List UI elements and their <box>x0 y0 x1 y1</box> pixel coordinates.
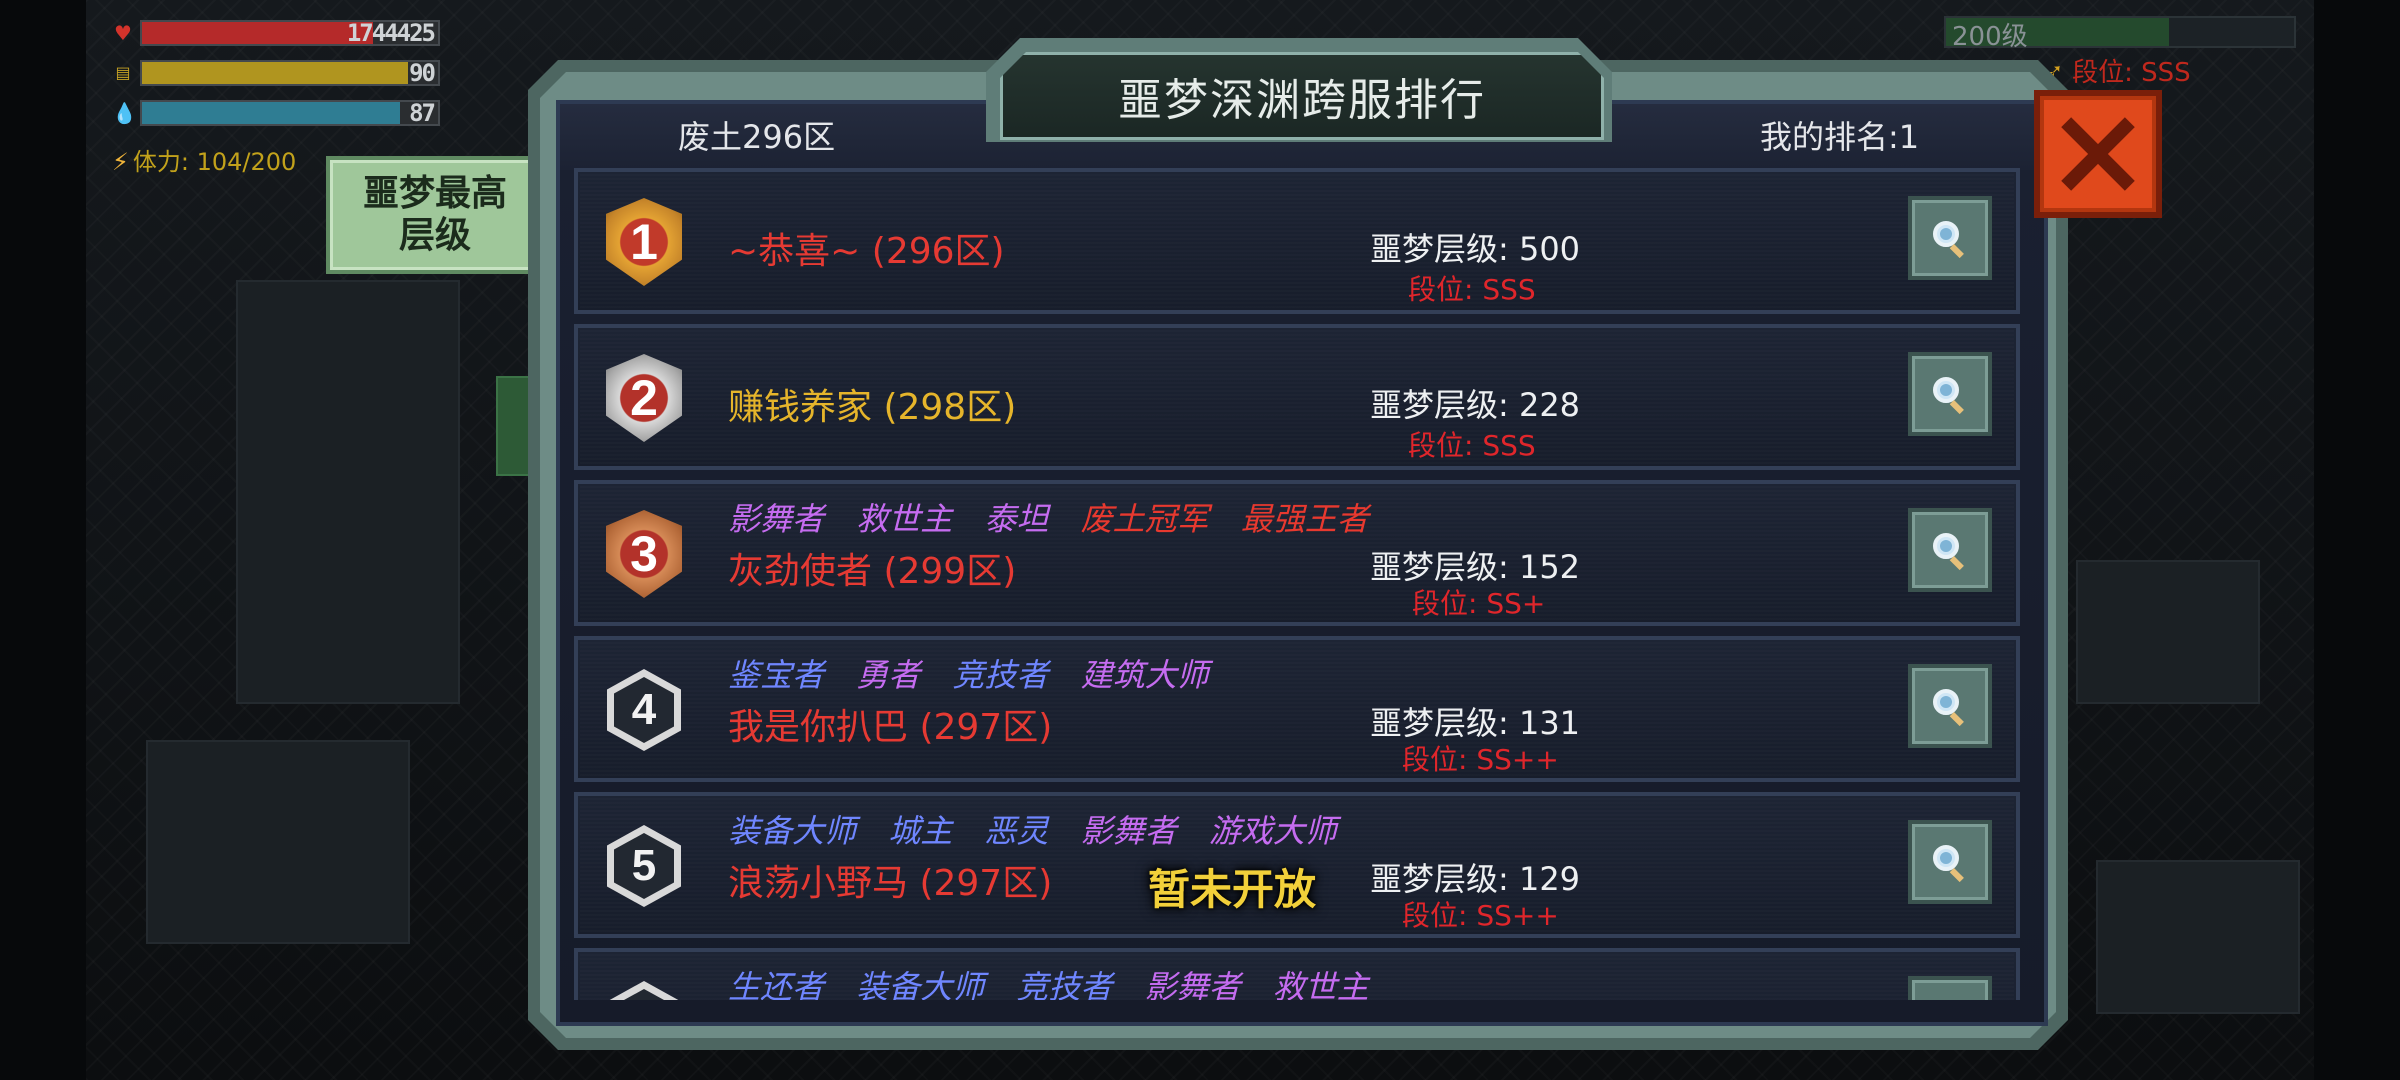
rank-badge-hex-icon: 4 <box>592 658 696 762</box>
tier: 段位: SS+ <box>1412 587 1546 620</box>
world-structure <box>2096 860 2300 1014</box>
ranking-row: 6 生还者 装备大师 竞技者 影舞者 救世主 <box>574 948 2020 1000</box>
nightmare-level: 噩梦层级: 500 <box>1370 230 1581 268</box>
ranking-row: 3 影舞者 救世主 泰坦 废土冠军 最强王者 灰劲使者 (299区) 噩梦层级:… <box>574 480 2020 626</box>
server-label: 废土296区 <box>678 118 836 156</box>
tier: 段位: SSS <box>1408 273 1536 306</box>
ranking-row: 4 鉴宝者 勇者 竞技者 建筑大师 我是你扒巴 (297区) 噩梦层级: 131… <box>574 636 2020 782</box>
tab-nightmare-highest-level[interactable]: 噩梦最高 层级 <box>326 156 544 274</box>
magnifier-icon <box>1933 689 1964 727</box>
title-tag: 废土冠军 <box>1080 500 1209 538</box>
rank-badge-hex-icon: 5 <box>592 814 696 918</box>
water-value: 87 <box>409 99 436 127</box>
ranking-row: 1 ~恭喜~ (296区) 噩梦层级: 500 段位: SSS <box>574 168 2020 314</box>
energy-value: 90 <box>409 59 436 87</box>
not-open-toast: 暂未开放 <box>1148 865 1317 914</box>
player-name: 赚钱养家 (298区) <box>728 387 1017 428</box>
energy-bar: ▤ 90 <box>112 59 440 87</box>
title-tag: 勇者 <box>856 656 921 694</box>
rank-number: 1 <box>606 198 682 286</box>
water-bar: 💧 87 <box>112 99 440 127</box>
energy-icon: ▤ <box>115 63 131 82</box>
player-rank: ➶ 段位: SSS <box>2042 52 2191 89</box>
level-bar: 200级 <box>1944 16 2296 52</box>
tab-label-line2: 层级 <box>398 215 471 256</box>
title-tag: 生还者 <box>728 968 825 1000</box>
title-tag: 影舞者 <box>1144 968 1241 1000</box>
title-tag: 城主 <box>888 812 953 850</box>
title-tag: 救世主 <box>1272 968 1369 1000</box>
world-structure <box>2076 560 2260 704</box>
tier: 段位: SS++ <box>1402 743 1559 776</box>
title-tag: 游戏大师 <box>1208 812 1337 850</box>
title-tag: 装备大师 <box>728 812 857 850</box>
title-tag: 影舞者 <box>1080 812 1177 850</box>
rank-number: 6 <box>614 989 674 1000</box>
view-player-button[interactable] <box>1908 196 1992 280</box>
rank-number: 2 <box>606 354 682 442</box>
heart-icon: ♥ <box>114 21 132 45</box>
magnifier-icon <box>1928 996 1972 1000</box>
player-rank-text: 段位: SSS <box>2072 58 2191 88</box>
player-name: 我是你扒巴 (297区) <box>728 707 1053 748</box>
title-tag: 影舞者 <box>728 500 825 538</box>
player-titles: 装备大师 城主 恶灵 影舞者 游戏大师 <box>728 806 1359 852</box>
tier: 段位: SSS <box>1408 429 1536 462</box>
view-player-button[interactable] <box>1908 664 1992 748</box>
hp-bar: ♥ 1744425 <box>112 19 440 47</box>
rank-number: 4 <box>614 677 674 743</box>
title-tag: 建筑大师 <box>1080 656 1209 694</box>
hp-value: 1744425 <box>346 19 436 47</box>
lightning-icon: ⚡ <box>112 148 129 176</box>
hp-track: 1744425 <box>140 19 440 47</box>
water-track: 87 <box>140 99 440 127</box>
title-tag: 竞技者 <box>952 656 1049 694</box>
magnifier-icon <box>1933 221 1964 259</box>
title-tag: 装备大师 <box>856 968 985 1000</box>
rank-number: 5 <box>614 833 674 899</box>
hp-fill <box>142 22 373 44</box>
view-player-button[interactable] <box>1908 820 1992 904</box>
player-titles: 生还者 装备大师 竞技者 影舞者 救世主 <box>728 962 1391 1000</box>
tier: 段位: SS++ <box>1402 899 1559 932</box>
my-rank-label: 我的排名:1 <box>1760 118 1920 156</box>
player-name: 灰劲使者 (299区) <box>728 551 1017 592</box>
magnifier-icon <box>1933 533 1964 571</box>
rank-badge-bronze-icon: 3 <box>592 502 696 606</box>
title-tag: 竞技者 <box>1016 968 1113 1000</box>
title-tag: 鉴宝者 <box>728 656 825 694</box>
title-tag: 最强王者 <box>1240 500 1369 538</box>
view-player-button[interactable] <box>1908 508 1992 592</box>
level-text: 200级 <box>1952 22 2028 52</box>
stamina-readout: ⚡ 体力: 104/200 <box>112 142 296 177</box>
magnifier-icon <box>1933 377 1964 415</box>
water-fill <box>142 102 400 124</box>
energy-track: 90 <box>140 59 440 87</box>
panel-title: 噩梦深渊跨服排行 <box>1000 52 1604 140</box>
nightmare-level: 噩梦层级: 228 <box>1370 386 1581 424</box>
rank-number: 3 <box>606 510 682 598</box>
ranking-row: 2 赚钱养家 (298区) 噩梦层级: 228 段位: SSS <box>574 324 2020 470</box>
close-icon[interactable] <box>2034 90 2162 218</box>
energy-fill <box>142 62 409 84</box>
title-tag: 救世主 <box>856 500 953 538</box>
game-screen: ♥ 1744425 ▤ 90 💧 87 ⚡ 体力: 104/200 200级 ➶ … <box>0 0 2400 1080</box>
world-structure <box>236 280 460 704</box>
view-player-button[interactable] <box>1908 976 1992 1000</box>
rank-badge-gold-icon: 1 <box>592 190 696 294</box>
title-tag: 恶灵 <box>984 812 1049 850</box>
view-player-button[interactable] <box>1908 352 1992 436</box>
title-tag: 泰坦 <box>984 500 1049 538</box>
stamina-text: 体力: 104/200 <box>132 148 297 176</box>
rank-badge-silver-icon: 2 <box>592 346 696 450</box>
player-titles: 鉴宝者 勇者 竞技者 建筑大师 <box>728 650 1231 696</box>
player-name: ~恭喜~ (296区) <box>728 231 1005 272</box>
magnifier-icon <box>1933 845 1964 883</box>
player-titles: 影舞者 救世主 泰坦 废土冠军 最强王者 <box>728 494 1391 540</box>
player-name: 浪荡小野马 (297区) <box>728 863 1053 904</box>
world-structure <box>146 740 410 944</box>
tab-label-line1: 噩梦最高 <box>362 173 507 214</box>
rank-badge-hex-icon: 6 <box>592 970 696 1000</box>
water-drop-icon: 💧 <box>112 101 137 125</box>
